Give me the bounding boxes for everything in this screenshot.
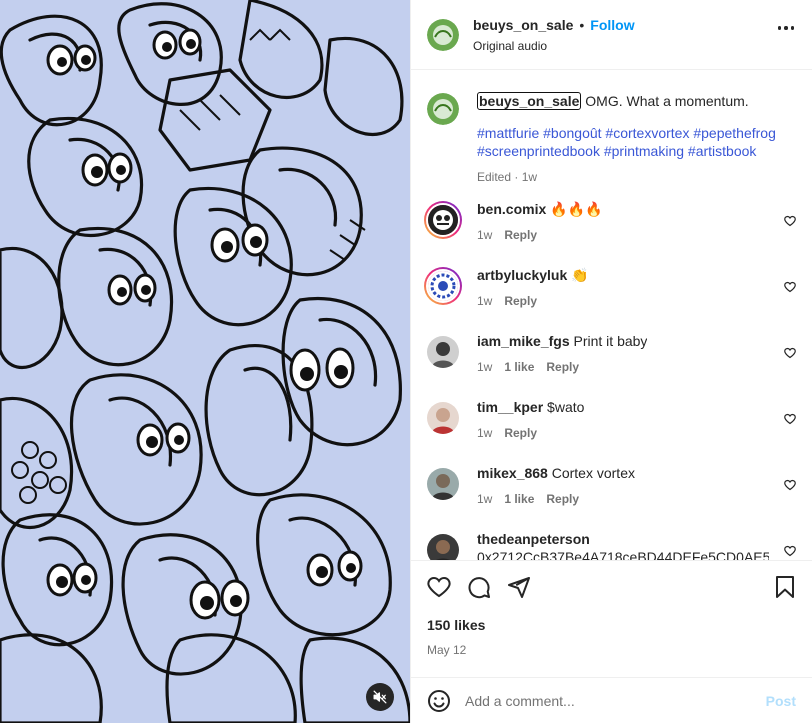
likes-count[interactable]: 150 likes xyxy=(427,617,796,633)
like-comment-heart-icon[interactable] xyxy=(784,215,796,227)
more-options-icon[interactable] xyxy=(777,26,794,30)
save-bookmark-icon[interactable] xyxy=(774,575,796,599)
comment-text: Print it baby xyxy=(573,333,648,349)
like-comment-heart-icon[interactable] xyxy=(784,413,796,425)
comment-time: 1w xyxy=(477,294,493,308)
separator-dot: • xyxy=(579,16,585,33)
follow-button[interactable]: Follow xyxy=(590,17,634,33)
comment-username[interactable]: iam_mike_fgs xyxy=(477,333,570,349)
post-dialog: beuys_on_sale • Follow Original audio be… xyxy=(0,0,812,723)
comment-avatar[interactable] xyxy=(427,534,459,560)
reply-button[interactable]: Reply xyxy=(546,360,579,374)
like-comment-heart-icon[interactable] xyxy=(784,281,796,293)
comment-time: 1w xyxy=(477,228,493,242)
reply-button[interactable]: Reply xyxy=(504,294,537,308)
post-date: May 12 xyxy=(427,643,467,657)
emoji-icon[interactable] xyxy=(427,689,451,713)
like-comment-heart-icon[interactable] xyxy=(784,545,796,557)
author-username[interactable]: beuys_on_sale xyxy=(473,17,573,33)
comment-avatar[interactable] xyxy=(427,402,459,434)
caption-edited-time: Edited · 1w xyxy=(477,170,538,184)
caption-username[interactable]: beuys_on_sale xyxy=(477,92,582,110)
hashtags-line-2[interactable]: #screenprintedbook #printmaking #artistb… xyxy=(477,142,776,160)
comment-username[interactable]: tim__kper xyxy=(477,399,543,415)
author-avatar[interactable] xyxy=(427,18,459,51)
comment-time: 1w xyxy=(477,426,493,440)
post-media[interactable] xyxy=(0,0,410,723)
post-actions: 150 likes May 12 xyxy=(411,560,812,677)
comment-username[interactable]: mikex_868 xyxy=(477,465,548,481)
comment-item: iam_mike_fgs Print it baby 1w 1 like Reply xyxy=(427,328,796,394)
comment-text: $wato xyxy=(547,399,585,415)
comment-text: 0x2712CcB37Be4A718ceBD44DEFe5CD0AE5fb0 xyxy=(477,549,769,560)
comment-username[interactable]: ben.comix xyxy=(477,201,546,217)
comment-avatar[interactable] xyxy=(427,468,459,500)
comment-time: 1w xyxy=(477,360,493,374)
comment-time: 1w xyxy=(477,492,493,506)
like-comment-heart-icon[interactable] xyxy=(784,347,796,359)
mute-audio-button[interactable] xyxy=(366,683,394,711)
post-header: beuys_on_sale • Follow Original audio xyxy=(411,0,812,70)
audio-label[interactable]: Original audio xyxy=(473,39,635,53)
post-sidebar: beuys_on_sale • Follow Original audio be… xyxy=(410,0,812,723)
add-comment-bar: Post xyxy=(411,677,812,723)
comment-input[interactable] xyxy=(465,692,766,709)
comment-likes[interactable]: 1 like xyxy=(504,492,534,506)
comment-avatar[interactable] xyxy=(424,267,462,305)
reply-button[interactable]: Reply xyxy=(504,426,537,440)
post-comment-button[interactable]: Post xyxy=(766,693,796,709)
doodle-artwork-image xyxy=(0,0,410,723)
comment-likes[interactable]: 1 like xyxy=(504,360,534,374)
like-heart-icon[interactable] xyxy=(427,575,451,599)
reply-button[interactable]: Reply xyxy=(546,492,579,506)
share-send-icon[interactable] xyxy=(507,575,531,599)
comment-item: mikex_868 Cortex vortex 1w 1 like Reply xyxy=(427,460,796,526)
hashtags-line-1[interactable]: #mattfurie #bongoût #cortexvortex #pepet… xyxy=(477,124,776,142)
comment-item: ben.comix 🔥🔥🔥 1w Reply xyxy=(424,196,796,262)
comment-item: artbyluckyluk 👏 1w Reply xyxy=(424,262,796,328)
comment-text: 👏 xyxy=(571,267,589,283)
comment-text: 🔥🔥🔥 xyxy=(550,201,603,217)
comment-username[interactable]: thedeanpeterson xyxy=(477,531,590,547)
comments-list[interactable]: beuys_on_sale OMG. What a momentum. #mat… xyxy=(411,70,812,560)
comment-text: Cortex vortex xyxy=(551,465,635,481)
comment-item: thedeanpeterson 0x2712CcB37Be4A718ceBD44… xyxy=(427,526,796,560)
reply-button[interactable]: Reply xyxy=(504,228,537,242)
comment-avatar[interactable] xyxy=(427,336,459,368)
comment-bubble-icon[interactable] xyxy=(467,575,491,599)
caption-avatar[interactable] xyxy=(427,93,459,125)
speaker-muted-icon xyxy=(373,690,387,704)
comment-username[interactable]: artbyluckyluk xyxy=(477,267,567,283)
like-comment-heart-icon[interactable] xyxy=(784,479,796,491)
post-caption: beuys_on_sale OMG. What a momentum. #mat… xyxy=(427,70,796,186)
comment-item: tim__kper $wato 1w Reply xyxy=(427,394,796,460)
comment-avatar[interactable] xyxy=(424,201,462,239)
caption-hashtags[interactable]: #mattfurie #bongoût #cortexvortex #pepet… xyxy=(477,124,776,160)
caption-text: OMG. What a momentum. xyxy=(585,93,749,109)
